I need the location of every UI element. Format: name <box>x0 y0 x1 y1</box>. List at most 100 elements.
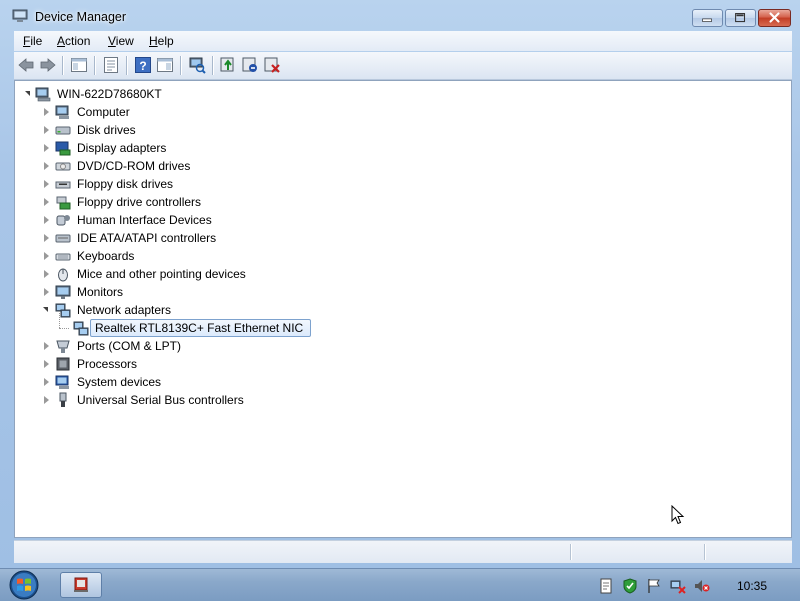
tree-connector <box>59 328 69 329</box>
tree-category-row[interactable]: Display adapters <box>15 139 335 157</box>
tree-root[interactable]: WIN-622D78680KT <box>15 85 315 103</box>
help-icon[interactable]: ? <box>134 56 152 74</box>
security-shield-icon[interactable] <box>622 578 638 594</box>
expand-arrow-icon[interactable] <box>44 198 49 206</box>
tree-category-row[interactable]: Floppy drive controllers <box>15 193 335 211</box>
tree-category-label: DVD/CD-ROM drives <box>77 159 191 173</box>
processor-icon <box>56 357 70 371</box>
tree-category-label: Universal Serial Bus controllers <box>77 393 244 407</box>
toolbar-separator <box>62 56 63 75</box>
tree-category-row[interactable]: Monitors <box>15 283 335 301</box>
expand-arrow-icon[interactable] <box>44 162 49 170</box>
tree-category-row[interactable]: Universal Serial Bus controllers <box>15 391 335 409</box>
tree-category-row[interactable]: IDE ATA/ATAPI controllers <box>15 229 335 247</box>
show-hide-console-tree-icon[interactable] <box>70 56 88 74</box>
expand-arrow-icon[interactable] <box>44 144 49 152</box>
expand-arrow-icon[interactable] <box>44 342 49 350</box>
menu-action[interactable]: Action <box>57 34 90 48</box>
scan-hardware-icon[interactable] <box>188 56 206 74</box>
tree-category-row[interactable]: Floppy disk drives <box>15 175 335 193</box>
mouse-icon <box>58 268 68 282</box>
tree-device-label: Realtek RTL8139C+ Fast Ethernet NIC <box>95 321 304 335</box>
tree-category-row[interactable]: Human Interface Devices <box>15 211 335 229</box>
expand-arrow-icon[interactable] <box>44 360 49 368</box>
maximize-button[interactable] <box>725 9 756 27</box>
volume-muted-icon[interactable] <box>694 578 710 594</box>
tree-category-row[interactable]: Mice and other pointing devices <box>15 265 335 283</box>
expand-arrow-icon[interactable] <box>44 234 49 242</box>
show-hide-action-pane-icon[interactable] <box>156 56 174 74</box>
expand-arrow-icon[interactable] <box>44 396 49 404</box>
flag-icon[interactable] <box>646 578 662 594</box>
usb-controller-icon <box>59 392 67 407</box>
expand-arrow-icon[interactable] <box>44 108 49 116</box>
tree-category-label: Disk drives <box>77 123 136 137</box>
expand-arrow-icon[interactable] <box>44 180 49 188</box>
expand-arrow-icon[interactable] <box>44 252 49 260</box>
uninstall-device-icon[interactable] <box>263 56 281 74</box>
floppy-controller-icon <box>56 196 71 210</box>
network-disconnected-icon[interactable] <box>670 578 686 594</box>
expand-arrow-icon[interactable] <box>44 216 49 224</box>
status-separator <box>704 544 705 560</box>
disable-device-icon[interactable] <box>241 56 259 74</box>
computer-icon <box>35 87 51 102</box>
start-orb-icon[interactable] <box>6 570 42 600</box>
floppy-drive-icon <box>55 181 71 189</box>
tree-category-row[interactable]: DVD/CD-ROM drives <box>15 157 335 175</box>
tree-category-row[interactable]: Ports (COM & LPT) <box>15 337 335 355</box>
device-manager-window: Device Manager File Action View Help ? W… <box>0 0 800 568</box>
close-button[interactable] <box>758 9 791 27</box>
menu-file[interactable]: File <box>23 34 42 48</box>
toolbar: ? <box>14 52 792 80</box>
expand-arrow-icon[interactable] <box>44 288 49 296</box>
toolbar-separator <box>212 56 213 75</box>
hid-icon <box>56 215 70 226</box>
tree-category-label: Human Interface Devices <box>77 213 212 227</box>
forward-arrow-icon[interactable] <box>39 56 57 74</box>
tree-category-label: Computer <box>77 105 130 119</box>
restore-icon <box>735 13 746 23</box>
action-center-icon[interactable] <box>598 578 614 594</box>
mouse-cursor-icon <box>671 505 685 525</box>
update-driver-icon[interactable] <box>219 56 237 74</box>
close-icon <box>769 12 780 23</box>
device-tree[interactable]: WIN-622D78680KT Computer Disk drives Displ… <box>14 80 792 538</box>
tree-category-label: IDE ATA/ATAPI controllers <box>77 231 217 245</box>
expand-arrow-icon[interactable] <box>44 126 49 134</box>
tree-category-label: System devices <box>77 375 162 389</box>
expand-arrow-icon[interactable] <box>44 378 49 386</box>
minimize-button[interactable] <box>692 9 723 27</box>
clock[interactable]: 10:35 <box>737 579 767 593</box>
tree-category-row[interactable]: Computer <box>15 103 335 121</box>
menu-help[interactable]: Help <box>149 34 174 48</box>
window-title: Device Manager <box>35 10 127 24</box>
tree-category-label: Keyboards <box>77 249 135 263</box>
system-device-icon <box>55 375 69 389</box>
tree-category-label: Processors <box>77 357 138 371</box>
back-arrow-icon[interactable] <box>17 56 35 74</box>
status-bar <box>14 540 792 563</box>
computer-icon <box>55 105 69 119</box>
tree-category-row[interactable]: Processors <box>15 355 335 373</box>
menu-view[interactable]: View <box>108 34 134 48</box>
tree-category-row[interactable]: Disk drives <box>15 121 335 139</box>
properties-icon[interactable] <box>102 56 120 74</box>
keyboard-icon <box>55 253 71 261</box>
taskbar-device-manager-button[interactable] <box>60 572 102 598</box>
tree-category-label: Monitors <box>77 285 124 299</box>
device-manager-icon <box>12 9 28 22</box>
tree-category-row[interactable]: Network adapters <box>15 301 335 319</box>
title-bar[interactable]: Device Manager <box>0 0 800 30</box>
collapse-arrow-icon[interactable] <box>43 307 48 312</box>
svg-text:?: ? <box>139 59 146 73</box>
ide-controller-icon <box>55 234 71 243</box>
tree-category-label: Display adapters <box>77 141 167 155</box>
tree-category-label: Ports (COM & LPT) <box>77 339 182 353</box>
toolbar-separator <box>94 56 95 75</box>
port-icon <box>56 340 70 353</box>
tree-category-row[interactable]: System devices <box>15 373 335 391</box>
collapse-arrow-icon[interactable] <box>25 91 30 96</box>
expand-arrow-icon[interactable] <box>44 270 49 278</box>
tree-category-row[interactable]: Keyboards <box>15 247 335 265</box>
